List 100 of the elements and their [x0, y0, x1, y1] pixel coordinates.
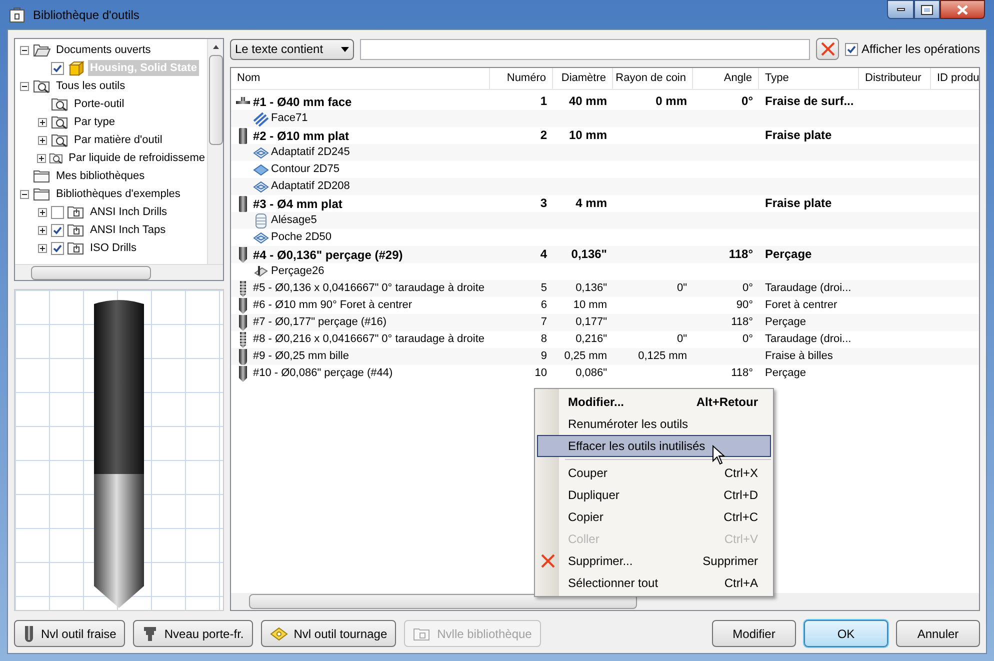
column-header[interactable]: Rayon de coin [613, 68, 693, 89]
tree-item[interactable]: Par liquide de refroidisseme [66, 150, 207, 166]
expand-icon[interactable] [38, 136, 47, 144]
filter-dropdown[interactable]: Le texte contient [230, 38, 354, 60]
menu-item[interactable]: Sélectionner tout Ctrl+A [537, 572, 771, 594]
collapse-icon[interactable] [20, 46, 29, 54]
tree-item[interactable]: Documents ouverts [54, 42, 153, 58]
window-title: Bibliothèque d'outils [33, 6, 140, 24]
expand-icon[interactable] [38, 226, 47, 234]
table-cell: 4 mm [576, 196, 607, 210]
table-cell: 8 [540, 333, 547, 346]
menu-item[interactable]: Dupliquer Ctrl+D [537, 484, 771, 506]
column-header[interactable]: ID produ [931, 68, 979, 89]
open-folder-icon [33, 42, 51, 58]
operation-name: Perçage26 [271, 264, 324, 280]
scrollbar[interactable] [231, 593, 979, 610]
table-cell: 0° [742, 94, 753, 108]
toolbox-icon [9, 6, 25, 22]
column-header[interactable]: Diamètre [553, 68, 613, 89]
drilling-operation-icon [253, 264, 269, 280]
library-folder-icon [67, 240, 85, 256]
box-icon [67, 60, 85, 76]
expand-icon[interactable] [37, 154, 46, 162]
checkbox[interactable] [845, 42, 858, 56]
checkbox[interactable] [51, 206, 64, 218]
column-header[interactable]: Nom [231, 68, 490, 89]
table-cell: 0,216" [576, 333, 607, 346]
column-header[interactable]: Numéro [490, 68, 553, 89]
operation-name: Poche 2D50 [271, 230, 332, 246]
table-cell: 10 mm [573, 299, 607, 312]
toolbar-button[interactable]: Nvl outil fraise [14, 620, 126, 647]
tree-item[interactable]: ANSI Inch Taps [88, 222, 168, 238]
tool-name: #5 - Ø0,136 x 0,0416667" 0° taraudage à droite [253, 281, 485, 296]
expand-icon[interactable] [38, 244, 47, 252]
cursor-icon [712, 445, 726, 465]
folder-search-icon [33, 78, 51, 94]
table-cell: 40 mm [568, 94, 607, 108]
checkbox[interactable] [51, 62, 64, 74]
dialog-button[interactable]: Annuler [896, 620, 980, 647]
checkbox-label[interactable]: Afficher les opérations [861, 40, 980, 58]
expand-icon[interactable] [38, 118, 47, 126]
caret-icon [341, 46, 349, 52]
menu-item[interactable]: Renuméroter les outils [537, 413, 771, 435]
operation-name: Face71 [271, 111, 308, 126]
menu-item[interactable]: Effacer les outils inutilisés [537, 435, 771, 457]
toolbar-button[interactable]: Nveau porte-fr. [133, 620, 253, 647]
tool-name: #10 - Ø0,086" perçage (#44) [253, 366, 393, 382]
tree-item[interactable]: Tous les outils [54, 78, 128, 94]
table-cell: 0° [742, 333, 753, 346]
collapse-icon[interactable] [20, 82, 29, 90]
tree-item[interactable]: ISO Drills [88, 240, 138, 256]
menu-item[interactable]: Supprimer... Supprimer [537, 550, 771, 572]
dialog-button[interactable]: OK [804, 620, 888, 647]
tree-item[interactable]: Porte-outil [72, 96, 126, 112]
tree-item[interactable]: Par matière d'outil [72, 132, 164, 148]
table-cell: 9 [540, 350, 547, 362]
expand-icon[interactable] [38, 208, 47, 216]
menu-item[interactable]: Couper Ctrl+X [537, 462, 771, 484]
table-cell: 0,177" [576, 316, 607, 328]
table-cell: 7 [540, 316, 547, 328]
toolbar-button[interactable]: Nvl outil tournage [260, 620, 396, 647]
clear-button[interactable] [816, 38, 840, 60]
end-mill-icon [23, 626, 35, 642]
pocket-operation-icon [253, 230, 269, 246]
column-header[interactable]: Distributeur [859, 68, 931, 89]
tree-item[interactable]: Mes bibliothèques [54, 168, 147, 184]
column-header[interactable]: Type [759, 68, 859, 89]
close-icon [957, 4, 968, 14]
tree-item[interactable]: Par type [72, 114, 117, 130]
tool-name: #2 - Ø10 mm plat [253, 128, 350, 144]
table-cell: 0,125 mm [638, 350, 687, 362]
table-cell: Fraise à billes [765, 350, 833, 362]
dialog-button[interactable]: Modifier [712, 620, 796, 647]
tool-name: #3 - Ø4 mm plat [253, 196, 342, 212]
search-field[interactable] [360, 38, 810, 60]
collapse-icon[interactable] [20, 190, 29, 198]
tree-item[interactable]: Bibliothèques d'exemples [54, 186, 182, 202]
close-button[interactable] [940, 0, 985, 19]
scrollbar[interactable] [207, 39, 223, 264]
table-cell: 0" [676, 282, 687, 294]
insert-icon [270, 626, 288, 640]
table-cell: 0° [742, 282, 753, 294]
table-cell: 2 [540, 128, 547, 142]
table-cell: 118° [731, 316, 753, 328]
tool-name: #9 - Ø0,25 mm bille [253, 349, 349, 364]
tool-name: #8 - Ø0,216 x 0,0416667" 0° taraudage à droite [253, 332, 485, 348]
menu-item[interactable]: Modifier... Alt+Retour [537, 391, 771, 413]
scrollbar[interactable] [15, 264, 223, 280]
checkbox[interactable] [51, 242, 64, 254]
tool-name: #7 - Ø0,177" perçage (#16) [253, 315, 387, 330]
tree-item[interactable]: ANSI Inch Drills [88, 204, 170, 220]
table-cell: 1 [540, 94, 547, 108]
maximize-button[interactable] [914, 0, 940, 19]
table-cell: Perçage [765, 247, 812, 262]
checkbox[interactable] [51, 224, 64, 236]
minimize-button[interactable] [887, 0, 914, 19]
menu-item[interactable]: Copier Ctrl+C [537, 506, 771, 528]
folder-search-icon [51, 132, 69, 148]
table-cell: 10 mm [568, 128, 607, 142]
column-header[interactable]: Angle [693, 68, 759, 89]
